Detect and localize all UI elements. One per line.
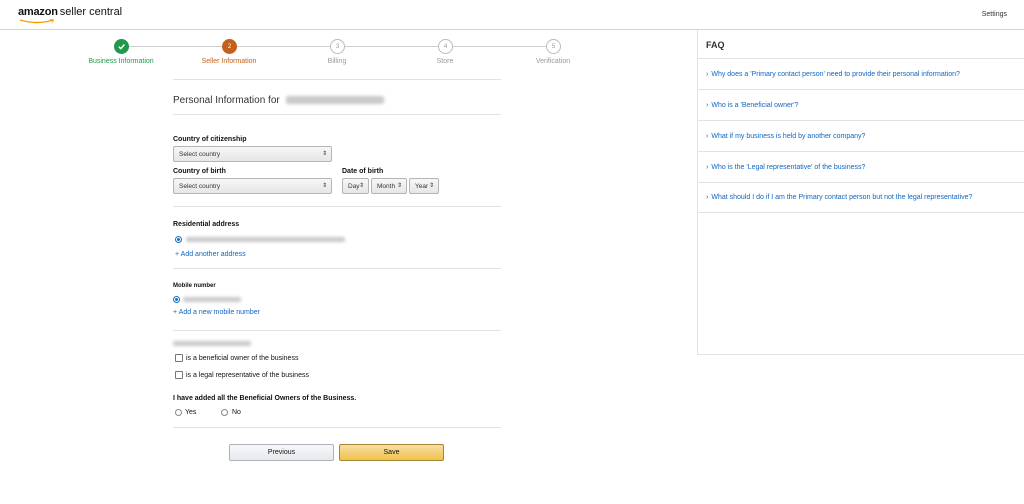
faq-item[interactable]: › Why does a 'Primary contact person' nee… — [698, 58, 1024, 89]
faq-item[interactable]: › What if my business is held by another … — [698, 120, 1024, 151]
top-bar: amazon seller central Settings — [0, 0, 1024, 30]
step-connector — [453, 46, 546, 47]
all-owners-question: I have added all the Beneficial Owners o… — [173, 395, 357, 402]
select-arrows-icon: ⇕ — [321, 183, 327, 189]
address-label: Residential address — [173, 221, 240, 228]
select-arrows-icon: ⇕ — [358, 183, 364, 189]
divider — [173, 206, 501, 207]
chevron-right-icon: › — [706, 101, 709, 109]
chevron-right-icon: › — [706, 70, 709, 78]
step-1-complete-icon — [114, 39, 129, 54]
divider — [173, 268, 501, 269]
address-radio[interactable] — [175, 236, 182, 243]
citizenship-select[interactable]: Select country ⇕ — [173, 146, 332, 162]
step-3-circle: 3 — [330, 39, 345, 54]
save-button[interactable]: Save — [339, 444, 444, 461]
step-label-store: Store — [436, 58, 454, 65]
mobile-label: Mobile number — [173, 283, 216, 289]
settings-link[interactable]: Settings — [982, 11, 1007, 18]
divider — [173, 330, 501, 331]
beneficial-owner-label: is a beneficial owner of the business — [186, 355, 299, 362]
redacted-address — [186, 237, 345, 242]
previous-button[interactable]: Previous — [229, 444, 334, 461]
select-arrows-icon: ⇕ — [428, 183, 434, 189]
yes-radio[interactable] — [175, 409, 182, 416]
step-connector — [129, 46, 222, 47]
dob-month-select[interactable]: Month ⇕ — [371, 178, 407, 194]
yes-label: Yes — [185, 409, 197, 416]
step-connector — [237, 46, 330, 47]
chevron-right-icon: › — [706, 163, 709, 171]
faq-item[interactable]: › Who is a 'Beneficial owner'? — [698, 89, 1024, 120]
divider — [173, 427, 501, 428]
redacted-name — [285, 96, 384, 105]
add-mobile-link[interactable]: + Add a new mobile number — [173, 309, 260, 316]
step-5-circle: 5 — [546, 39, 561, 54]
step-label-business-information: Business Information — [88, 58, 154, 65]
chevron-right-icon: › — [706, 194, 709, 201]
amazon-smile-icon — [19, 19, 55, 24]
birth-country-select[interactable]: Select country ⇕ — [173, 178, 332, 194]
no-label: No — [232, 409, 241, 416]
step-2-circle: 2 — [222, 39, 237, 54]
step-connector — [345, 46, 438, 47]
no-radio[interactable] — [221, 409, 228, 416]
citizenship-label: Country of citizenship — [173, 136, 247, 143]
select-arrows-icon: ⇕ — [396, 183, 402, 189]
faq-panel: FAQ › Why does a 'Primary contact person'… — [697, 30, 1024, 355]
birth-country-label: Country of birth — [173, 168, 226, 175]
beneficial-owner-checkbox[interactable] — [175, 354, 183, 362]
divider — [173, 79, 501, 80]
step-4-circle: 4 — [438, 39, 453, 54]
checkmark-icon — [118, 44, 125, 50]
redacted-mobile — [183, 297, 241, 302]
step-label-verification: Verification — [535, 58, 571, 65]
step-label-seller-information: Seller Information — [201, 58, 257, 65]
select-arrows-icon: ⇕ — [321, 151, 327, 157]
faq-item[interactable]: › What should I do if I am the Primary co… — [698, 182, 1024, 213]
amazon-seller-central-logo[interactable]: amazon seller central — [18, 6, 122, 18]
dob-label: Date of birth — [342, 168, 384, 175]
progress-stepper: Business Information 2 Seller Informatio… — [0, 38, 696, 78]
mobile-radio[interactable] — [173, 296, 180, 303]
divider — [173, 114, 501, 115]
dob-year-select[interactable]: Year ⇕ — [409, 178, 439, 194]
add-address-link[interactable]: + Add another address — [175, 251, 246, 258]
redacted-person-name — [173, 341, 251, 346]
legal-representative-label: is a legal representative of the busines… — [186, 372, 309, 379]
page-title: Personal Information for — [173, 95, 384, 106]
dob-day-select[interactable]: Day ⇕ — [342, 178, 369, 194]
legal-representative-checkbox[interactable] — [175, 371, 183, 379]
faq-title: FAQ — [706, 40, 725, 50]
faq-item[interactable]: › Who is the 'Legal representative' of th… — [698, 151, 1024, 182]
chevron-right-icon: › — [706, 132, 709, 140]
step-label-billing: Billing — [327, 58, 347, 65]
